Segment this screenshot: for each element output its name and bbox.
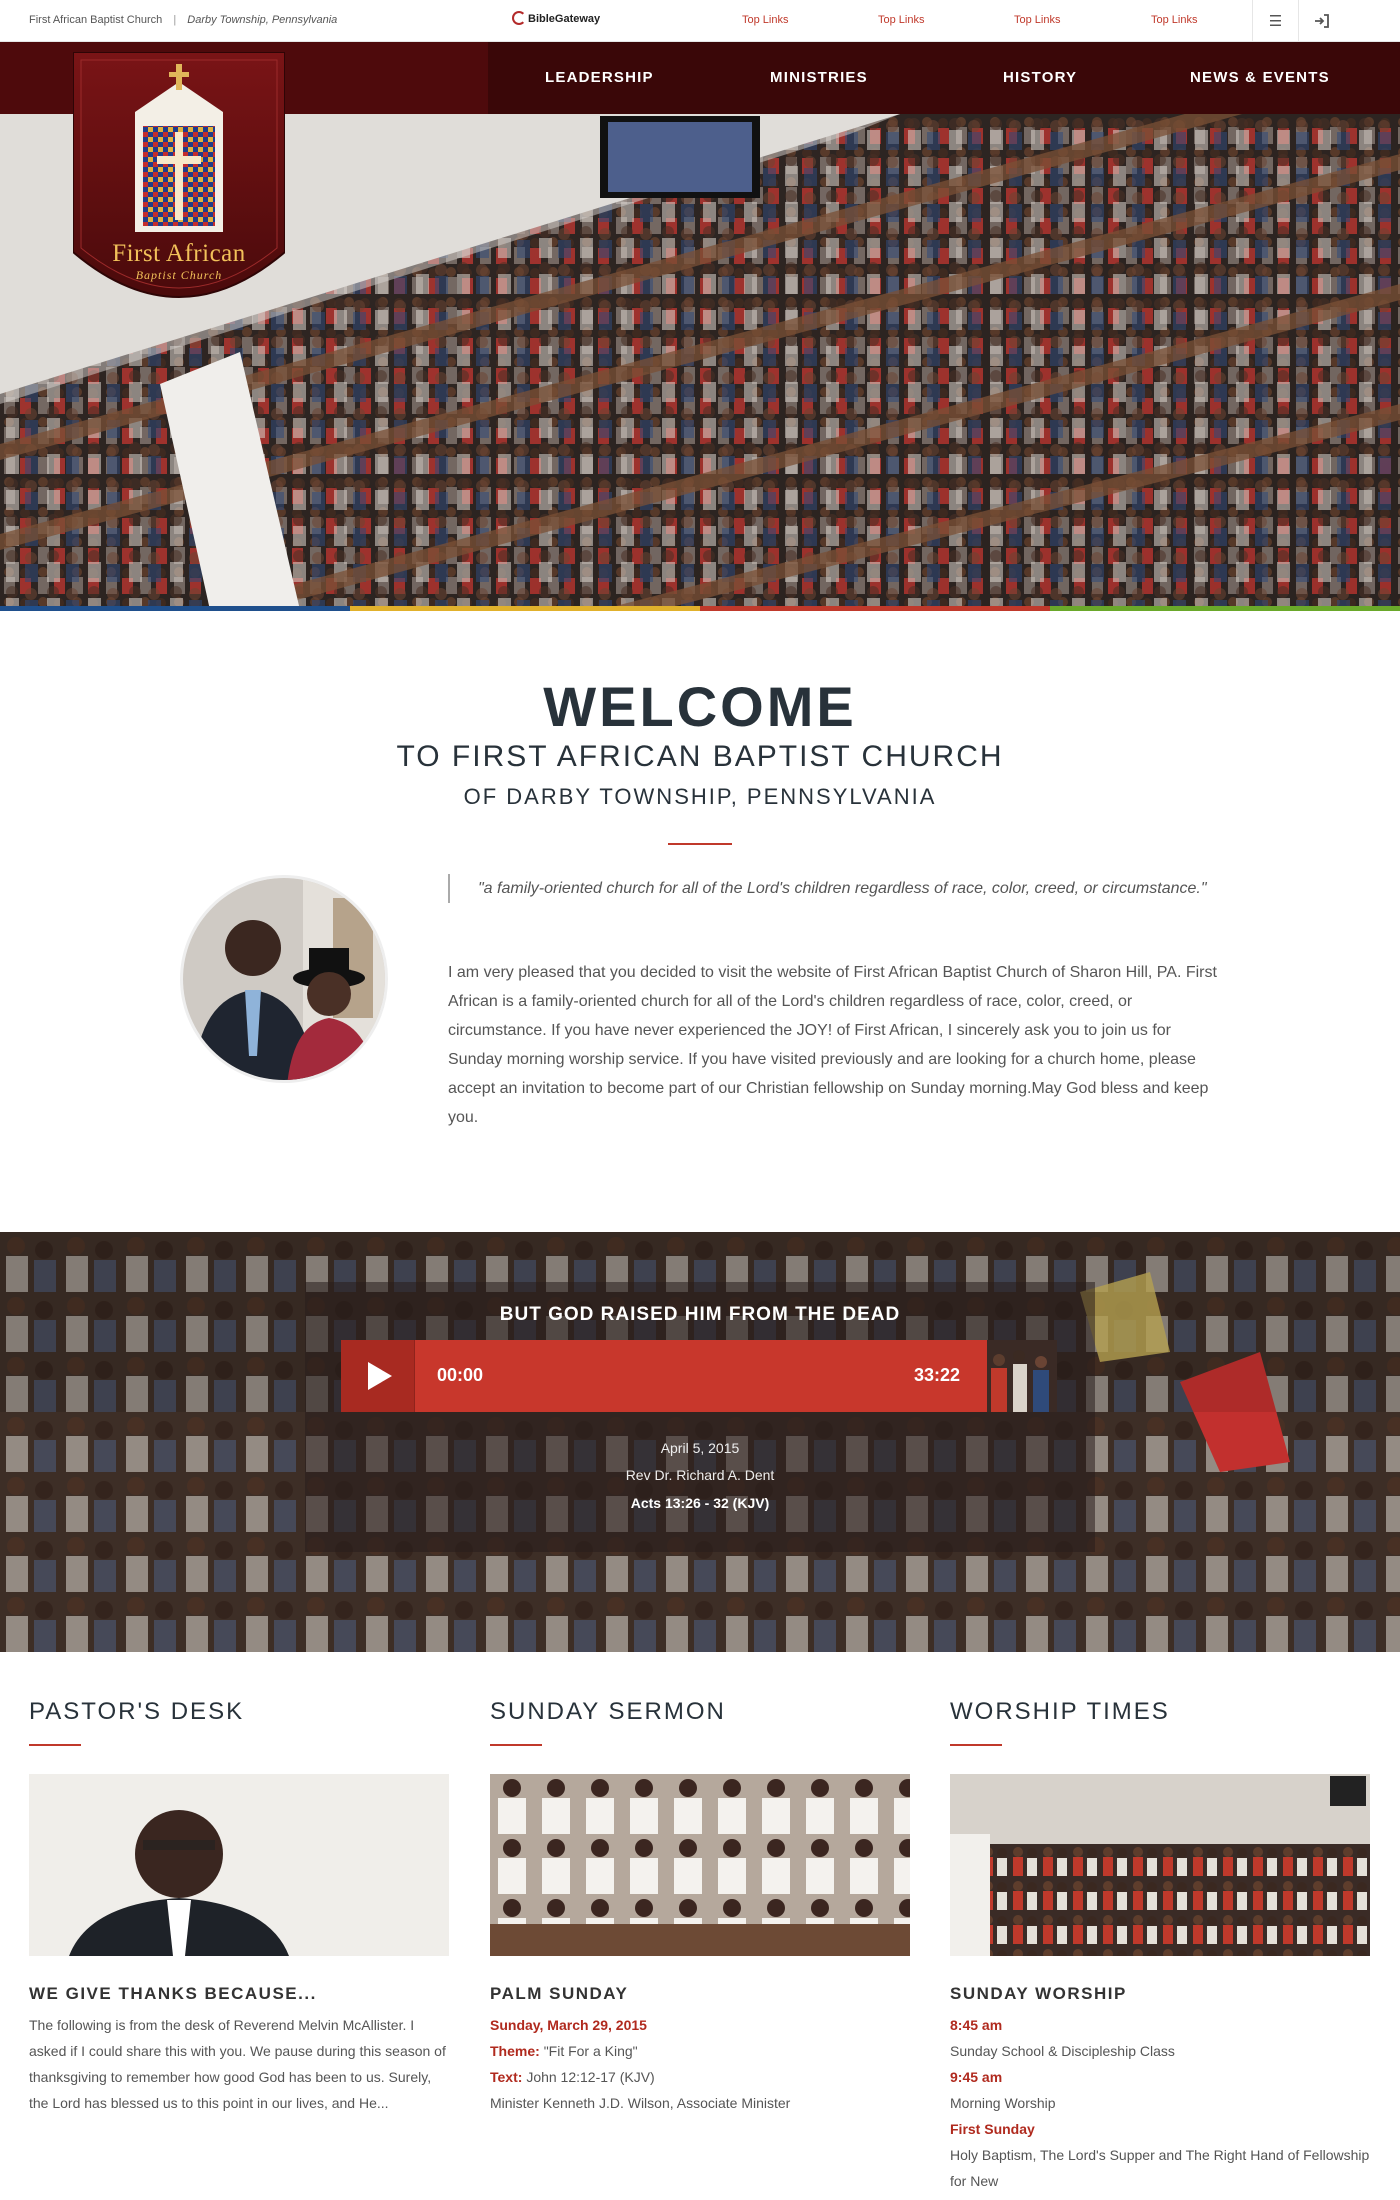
sign-in-icon[interactable] <box>1298 0 1344 42</box>
hamburger-icon[interactable]: ☰ <box>1252 0 1298 42</box>
biblegateway-icon <box>512 11 526 25</box>
worship-time-2: 9:45 am <box>950 2069 1003 2085</box>
welcome-location: OF DARBY TOWNSHIP, PENNSYLVANIA <box>463 784 937 809</box>
sermon-date: April 5, 2015 <box>660 1440 740 1456</box>
sermon-card-text-line: Text: John 12:12-17 (KJV) <box>490 2064 910 2090</box>
nav-ministries[interactable]: MINISTRIES <box>770 69 868 86</box>
worship-time-1: 8:45 am <box>950 2017 1003 2033</box>
sunday-sermon-photo[interactable] <box>490 1774 910 1956</box>
church-name: First African Baptist Church <box>29 14 163 26</box>
sermon-preacher: Rev Dr. Richard A. Dent <box>625 1467 775 1483</box>
sunday-sermon-section: SUNDAY SERMON PALM SUNDAY Sunday, March … <box>490 1698 910 2116</box>
audio-player: 00:00 33:22 <box>341 1340 1057 1412</box>
color-bar-blue <box>0 606 350 611</box>
current-time: 00:00 <box>437 1365 484 1385</box>
color-bar-gold <box>350 606 700 611</box>
pastors-desk-heading: PASTOR'S DESK <box>29 1698 245 1725</box>
sermon-thumbnail <box>987 1340 1057 1412</box>
text-label: Text: <box>490 2069 523 2085</box>
welcome-title: WELCOME <box>543 675 857 738</box>
welcome-quote: "a family-oriented church for all of the… <box>448 874 1208 903</box>
top-link-1[interactable]: Top Links <box>742 14 788 26</box>
pastors-desk-section: PASTOR'S DESK WE GIVE THANKS BECAUSE... … <box>29 1698 449 2116</box>
worship-event-3: Holy Baptism, The Lord's Supper and The … <box>950 2147 1370 2189</box>
sermon-minister: Minister Kenneth J.D. Wilson, Associate … <box>490 2095 791 2111</box>
utility-bar: First African Baptist Church | Darby Tow… <box>0 0 1400 42</box>
church-identity: First African Baptist Church | Darby Tow… <box>29 14 337 26</box>
hero-color-bar <box>0 606 1400 611</box>
worship-card-title[interactable]: SUNDAY WORSHIP <box>950 1984 1370 2004</box>
worship-schedule: 8:45 am Sunday School & Discipleship Cla… <box>950 2012 1370 2194</box>
church-location: Darby Township, Pennsylvania <box>187 14 338 26</box>
welcome-divider <box>668 843 732 845</box>
worship-event-1: Sunday School & Discipleship Class <box>950 2043 1175 2059</box>
pastor-couple-photo <box>180 875 388 1083</box>
pastors-desk-divider <box>29 1744 81 1746</box>
worship-times-heading: WORSHIP TIMES <box>950 1698 1170 1725</box>
pastors-desk-excerpt: The following is from the desk of Revere… <box>29 2017 446 2111</box>
separator: | <box>173 14 177 26</box>
play-button[interactable] <box>341 1340 415 1412</box>
sermon-card-details: Sunday, March 29, 2015 Theme: "Fit For a… <box>490 2012 910 2116</box>
logo-name-line2: Baptist Church <box>135 268 223 282</box>
duration: 33:22 <box>914 1365 961 1385</box>
top-link-2[interactable]: Top Links <box>878 14 924 26</box>
sermon-card-date: Sunday, March 29, 2015 <box>490 2017 647 2033</box>
top-link-4[interactable]: Top Links <box>1151 14 1197 26</box>
theme-label: Theme: <box>490 2043 540 2059</box>
sunday-sermon-heading: SUNDAY SERMON <box>490 1698 726 1725</box>
sermon-theme: "Fit For a King" <box>543 2043 638 2059</box>
top-link-3[interactable]: Top Links <box>1014 14 1060 26</box>
pastors-desk-photo[interactable] <box>29 1774 449 1956</box>
sermon-card-title[interactable]: PALM SUNDAY <box>490 1984 910 2004</box>
biblegateway-link[interactable]: BibleGateway <box>512 11 600 25</box>
sunday-sermon-divider <box>490 1744 542 1746</box>
worship-time-3: First Sunday <box>950 2121 1035 2137</box>
color-bar-green <box>1050 606 1400 611</box>
welcome-message: I am very pleased that you decided to vi… <box>448 964 1217 1126</box>
sermon-card-theme-line: Theme: "Fit For a King" <box>490 2038 910 2064</box>
nav-news-events[interactable]: NEWS & EVENTS <box>1190 69 1330 86</box>
color-bar-red <box>700 606 1050 611</box>
logo-name-line1: First African <box>112 240 246 267</box>
worship-times-divider <box>950 1744 1002 1746</box>
nav-history[interactable]: HISTORY <box>1003 69 1077 86</box>
church-logo[interactable]: First African Baptist Church <box>72 51 286 320</box>
sermon-title: BUT GOD RAISED HIM FROM THE DEAD <box>499 1304 901 1325</box>
pastors-desk-title[interactable]: WE GIVE THANKS BECAUSE... <box>29 1984 449 2004</box>
sermon-scripture: Acts 13:26 - 32 (KJV) <box>630 1495 770 1511</box>
nav-leadership[interactable]: LEADERSHIP <box>545 69 654 86</box>
worship-times-photo[interactable] <box>950 1774 1370 1956</box>
welcome-subtitle: TO FIRST AFRICAN BAPTIST CHURCH <box>396 740 1004 773</box>
worship-times-section: WORSHIP TIMES SUNDAY WORSHIP 8:45 am Sun… <box>950 1698 1370 2194</box>
worship-event-2: Morning Worship <box>950 2095 1056 2111</box>
sermon-text: John 12:12-17 (KJV) <box>526 2069 655 2085</box>
